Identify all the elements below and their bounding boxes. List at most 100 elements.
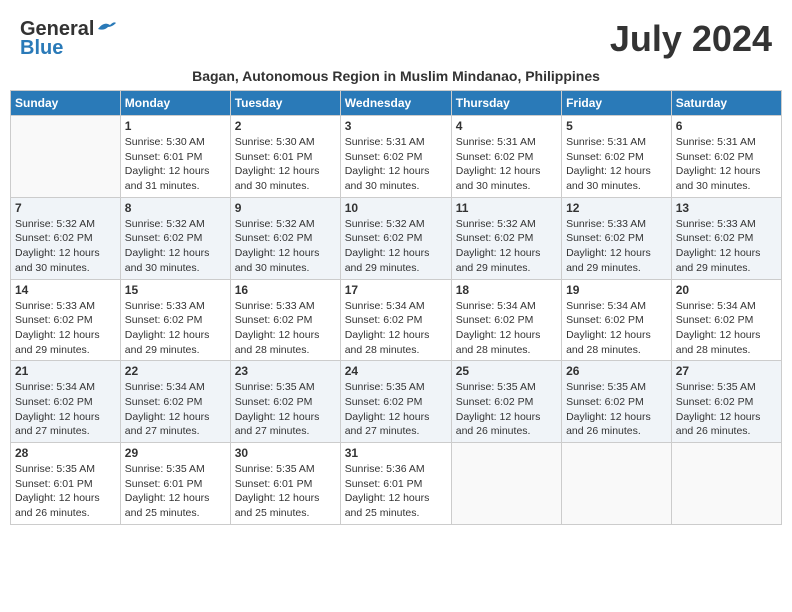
- calendar-cell: 16 Sunrise: 5:33 AMSunset: 6:02 PMDayligh…: [230, 279, 340, 361]
- calendar-cell: 17 Sunrise: 5:34 AMSunset: 6:02 PMDayligh…: [340, 279, 451, 361]
- day-info: Sunrise: 5:34 AMSunset: 6:02 PMDaylight:…: [456, 299, 557, 358]
- day-info: Sunrise: 5:31 AMSunset: 6:02 PMDaylight:…: [456, 135, 557, 194]
- week-row-3: 14 Sunrise: 5:33 AMSunset: 6:02 PMDayligh…: [11, 279, 782, 361]
- day-number: 7: [15, 201, 116, 215]
- day-number: 15: [125, 283, 226, 297]
- day-number: 21: [15, 364, 116, 378]
- calendar-cell: 13 Sunrise: 5:33 AMSunset: 6:02 PMDayligh…: [671, 197, 781, 279]
- day-info: Sunrise: 5:35 AMSunset: 6:01 PMDaylight:…: [125, 462, 226, 521]
- calendar-subtitle: Bagan, Autonomous Region in Muslim Minda…: [10, 68, 782, 84]
- calendar-cell: 30 Sunrise: 5:35 AMSunset: 6:01 PMDayligh…: [230, 443, 340, 525]
- calendar-cell: 28 Sunrise: 5:35 AMSunset: 6:01 PMDayligh…: [11, 443, 121, 525]
- column-header-wednesday: Wednesday: [340, 91, 451, 116]
- calendar-cell: 22 Sunrise: 5:34 AMSunset: 6:02 PMDayligh…: [120, 361, 230, 443]
- day-info: Sunrise: 5:33 AMSunset: 6:02 PMDaylight:…: [676, 217, 777, 276]
- calendar-cell: [11, 116, 121, 198]
- week-row-1: 1 Sunrise: 5:30 AMSunset: 6:01 PMDaylight…: [11, 116, 782, 198]
- calendar-cell: 21 Sunrise: 5:34 AMSunset: 6:02 PMDayligh…: [11, 361, 121, 443]
- day-info: Sunrise: 5:33 AMSunset: 6:02 PMDaylight:…: [235, 299, 336, 358]
- calendar-cell: 27 Sunrise: 5:35 AMSunset: 6:02 PMDayligh…: [671, 361, 781, 443]
- day-info: Sunrise: 5:34 AMSunset: 6:02 PMDaylight:…: [125, 380, 226, 439]
- day-info: Sunrise: 5:32 AMSunset: 6:02 PMDaylight:…: [15, 217, 116, 276]
- calendar-cell: 3Sunrise: 5:31 AMSunset: 6:02 PMDaylight…: [340, 116, 451, 198]
- day-info: Sunrise: 5:35 AMSunset: 6:02 PMDaylight:…: [235, 380, 336, 439]
- day-number: 25: [456, 364, 557, 378]
- calendar-cell: 20 Sunrise: 5:34 AMSunset: 6:02 PMDayligh…: [671, 279, 781, 361]
- day-number: 1: [125, 119, 226, 133]
- day-info: Sunrise: 5:35 AMSunset: 6:01 PMDaylight:…: [15, 462, 116, 521]
- calendar-table: SundayMondayTuesdayWednesdayThursdayFrid…: [10, 90, 782, 525]
- column-header-saturday: Saturday: [671, 91, 781, 116]
- column-header-monday: Monday: [120, 91, 230, 116]
- day-number: 10: [345, 201, 447, 215]
- day-info: Sunrise: 5:31 AMSunset: 6:02 PMDaylight:…: [676, 135, 777, 194]
- logo-blue: Blue: [20, 37, 63, 60]
- day-info: Sunrise: 5:34 AMSunset: 6:02 PMDaylight:…: [566, 299, 667, 358]
- week-row-4: 21 Sunrise: 5:34 AMSunset: 6:02 PMDayligh…: [11, 361, 782, 443]
- day-info: Sunrise: 5:35 AMSunset: 6:01 PMDaylight:…: [235, 462, 336, 521]
- header: General Blue July 2024: [10, 10, 782, 64]
- day-number: 27: [676, 364, 777, 378]
- calendar-cell: 12Sunrise: 5:33 AMSunset: 6:02 PMDayligh…: [562, 197, 672, 279]
- calendar-cell: 29 Sunrise: 5:35 AMSunset: 6:01 PMDayligh…: [120, 443, 230, 525]
- calendar-cell: 14Sunrise: 5:33 AMSunset: 6:02 PMDayligh…: [11, 279, 121, 361]
- day-info: Sunrise: 5:36 AMSunset: 6:01 PMDaylight:…: [345, 462, 447, 521]
- day-info: Sunrise: 5:35 AMSunset: 6:02 PMDaylight:…: [566, 380, 667, 439]
- day-info: Sunrise: 5:31 AMSunset: 6:02 PMDaylight:…: [566, 135, 667, 194]
- day-number: 17: [345, 283, 447, 297]
- day-number: 22: [125, 364, 226, 378]
- day-number: 30: [235, 446, 336, 460]
- calendar-cell: 9Sunrise: 5:32 AMSunset: 6:02 PMDaylight…: [230, 197, 340, 279]
- day-info: Sunrise: 5:34 AMSunset: 6:02 PMDaylight:…: [345, 299, 447, 358]
- day-number: 28: [15, 446, 116, 460]
- calendar-cell: 25 Sunrise: 5:35 AMSunset: 6:02 PMDayligh…: [451, 361, 561, 443]
- calendar-cell: 2 Sunrise: 5:30 AMSunset: 6:01 PMDaylight…: [230, 116, 340, 198]
- day-info: Sunrise: 5:30 AMSunset: 6:01 PMDaylight:…: [125, 135, 226, 194]
- day-number: 23: [235, 364, 336, 378]
- day-number: 2: [235, 119, 336, 133]
- day-info: Sunrise: 5:33 AMSunset: 6:02 PMDaylight:…: [125, 299, 226, 358]
- day-info: Sunrise: 5:32 AMSunset: 6:02 PMDaylight:…: [125, 217, 226, 276]
- calendar-cell: [451, 443, 561, 525]
- calendar-cell: 1 Sunrise: 5:30 AMSunset: 6:01 PMDaylight…: [120, 116, 230, 198]
- day-info: Sunrise: 5:33 AMSunset: 6:02 PMDaylight:…: [566, 217, 667, 276]
- day-info: Sunrise: 5:35 AMSunset: 6:02 PMDaylight:…: [456, 380, 557, 439]
- day-info: Sunrise: 5:32 AMSunset: 6:02 PMDaylight:…: [345, 217, 447, 276]
- week-row-5: 28 Sunrise: 5:35 AMSunset: 6:01 PMDayligh…: [11, 443, 782, 525]
- calendar-cell: [671, 443, 781, 525]
- day-number: 5: [566, 119, 667, 133]
- day-info: Sunrise: 5:30 AMSunset: 6:01 PMDaylight:…: [235, 135, 336, 194]
- day-info: Sunrise: 5:35 AMSunset: 6:02 PMDaylight:…: [345, 380, 447, 439]
- day-number: 13: [676, 201, 777, 215]
- day-number: 11: [456, 201, 557, 215]
- calendar-cell: 24Sunrise: 5:35 AMSunset: 6:02 PMDayligh…: [340, 361, 451, 443]
- calendar-cell: 19Sunrise: 5:34 AMSunset: 6:02 PMDayligh…: [562, 279, 672, 361]
- column-header-sunday: Sunday: [11, 91, 121, 116]
- calendar-cell: 26 Sunrise: 5:35 AMSunset: 6:02 PMDayligh…: [562, 361, 672, 443]
- day-info: Sunrise: 5:34 AMSunset: 6:02 PMDaylight:…: [15, 380, 116, 439]
- header-row: SundayMondayTuesdayWednesdayThursdayFrid…: [11, 91, 782, 116]
- column-header-tuesday: Tuesday: [230, 91, 340, 116]
- column-header-friday: Friday: [562, 91, 672, 116]
- calendar-cell: 23 Sunrise: 5:35 AMSunset: 6:02 PMDayligh…: [230, 361, 340, 443]
- day-number: 29: [125, 446, 226, 460]
- day-number: 26: [566, 364, 667, 378]
- day-number: 16: [235, 283, 336, 297]
- day-info: Sunrise: 5:34 AMSunset: 6:02 PMDaylight:…: [676, 299, 777, 358]
- calendar-cell: 15 Sunrise: 5:33 AMSunset: 6:02 PMDayligh…: [120, 279, 230, 361]
- day-info: Sunrise: 5:31 AMSunset: 6:02 PMDaylight:…: [345, 135, 447, 194]
- calendar-cell: 8 Sunrise: 5:32 AMSunset: 6:02 PMDaylight…: [120, 197, 230, 279]
- day-number: 18: [456, 283, 557, 297]
- day-info: Sunrise: 5:32 AMSunset: 6:02 PMDaylight:…: [456, 217, 557, 276]
- day-info: Sunrise: 5:35 AMSunset: 6:02 PMDaylight:…: [676, 380, 777, 439]
- calendar-cell: 11 Sunrise: 5:32 AMSunset: 6:02 PMDayligh…: [451, 197, 561, 279]
- calendar-cell: 31Sunrise: 5:36 AMSunset: 6:01 PMDayligh…: [340, 443, 451, 525]
- day-number: 9: [235, 201, 336, 215]
- day-number: 8: [125, 201, 226, 215]
- calendar-cell: 18 Sunrise: 5:34 AMSunset: 6:02 PMDayligh…: [451, 279, 561, 361]
- day-number: 20: [676, 283, 777, 297]
- calendar-cell: 4Sunrise: 5:31 AMSunset: 6:02 PMDaylight…: [451, 116, 561, 198]
- month-title: July 2024: [610, 18, 772, 60]
- column-header-thursday: Thursday: [451, 91, 561, 116]
- day-number: 14: [15, 283, 116, 297]
